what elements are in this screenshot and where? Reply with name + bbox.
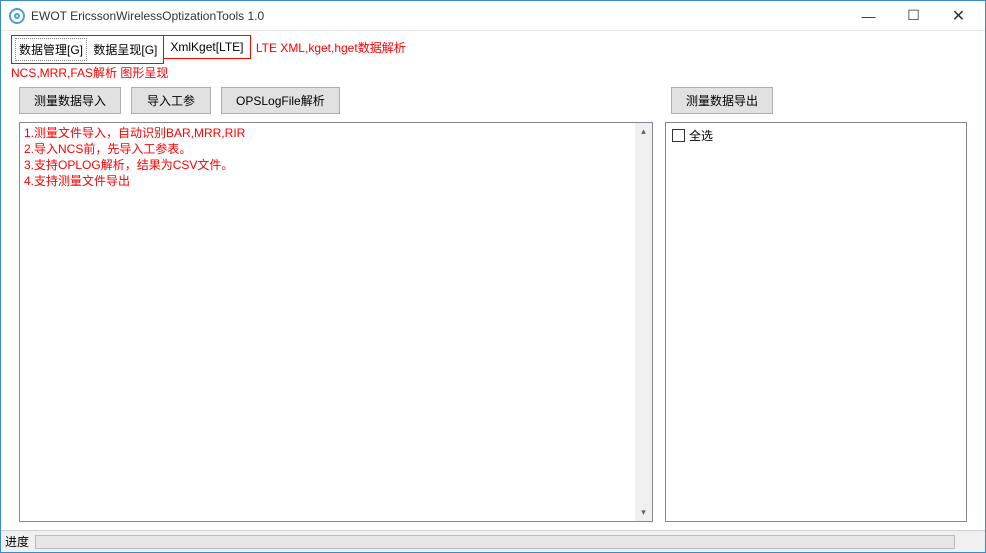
menu-data-present[interactable]: 数据呈现[G] <box>90 39 160 60</box>
menu-data-manage[interactable]: 数据管理[G] <box>15 38 87 61</box>
maximize-button[interactable]: ☐ <box>891 1 936 30</box>
progress-bar <box>35 535 955 549</box>
toolbar: 测量数据导入 导入工参 OPSLogFile解析 测量数据导出 <box>1 81 985 114</box>
scroll-up-icon[interactable]: ▴ <box>635 123 652 140</box>
select-all-label: 全选 <box>689 127 713 144</box>
window-controls: — ☐ ✕ <box>846 1 981 30</box>
menu-side-caption: LTE XML,kget,hget数据解析 <box>256 35 406 56</box>
info-text: 1.测量文件导入，自动识别BAR,MRR,RIR 2.导入NCS前，先导入工参表… <box>20 123 652 191</box>
info-panel: 1.测量文件导入，自动识别BAR,MRR,RIR 2.导入NCS前，先导入工参表… <box>19 122 653 522</box>
vertical-scrollbar[interactable]: ▴ ▾ <box>635 123 652 521</box>
close-button[interactable]: ✕ <box>936 1 981 30</box>
selection-panel: 全选 <box>665 122 967 522</box>
scroll-down-icon[interactable]: ▾ <box>635 504 652 521</box>
select-all-row[interactable]: 全选 <box>672 127 960 144</box>
menu-group-xml: XmlKget[LTE] <box>163 35 250 59</box>
menu-sub-caption: NCS,MRR,FAS解析 图形呈现 <box>11 64 406 81</box>
status-bar: 进度 <box>1 530 985 552</box>
progress-label: 进度 <box>5 533 29 550</box>
title-bar: EWOT EricssonWirelessOptizationTools 1.0… <box>1 1 985 31</box>
menu-bar: 数据管理[G] 数据呈现[G] XmlKget[LTE] LTE XML,kge… <box>1 31 985 81</box>
minimize-button[interactable]: — <box>846 1 891 30</box>
window-title: EWOT EricssonWirelessOptizationTools 1.0 <box>31 9 846 23</box>
content-area: 1.测量文件导入，自动识别BAR,MRR,RIR 2.导入NCS前，先导入工参表… <box>1 114 985 528</box>
opslog-parse-button[interactable]: OPSLogFile解析 <box>221 87 340 114</box>
import-measure-button[interactable]: 测量数据导入 <box>19 87 121 114</box>
menu-xmlkget[interactable]: XmlKget[LTE] <box>167 38 246 56</box>
select-all-checkbox[interactable] <box>672 129 685 142</box>
menu-group-data: 数据管理[G] 数据呈现[G] <box>11 35 164 64</box>
import-engparam-button[interactable]: 导入工参 <box>131 87 211 114</box>
app-icon <box>9 8 25 24</box>
export-measure-button[interactable]: 测量数据导出 <box>671 87 773 114</box>
